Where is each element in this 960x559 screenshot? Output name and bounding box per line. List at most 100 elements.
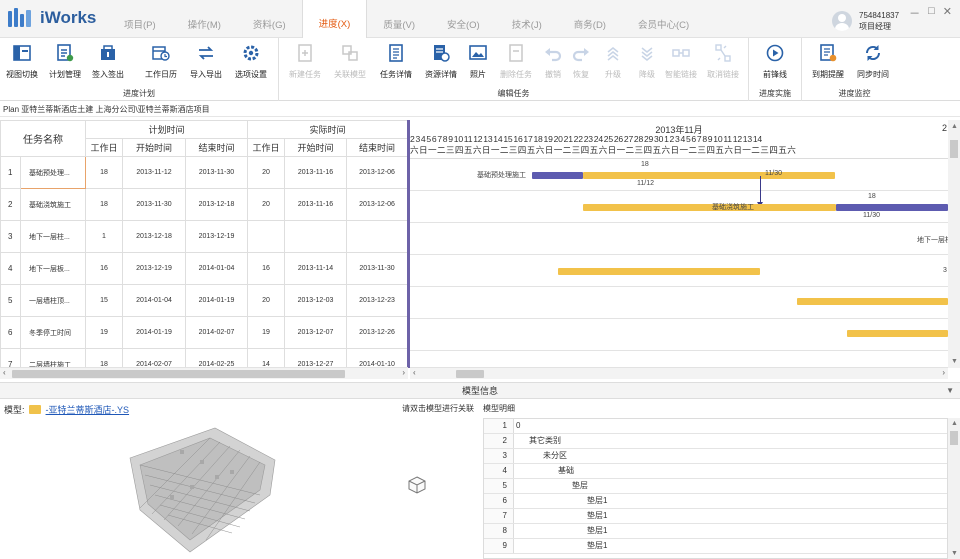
- plan-start-cell[interactable]: 2014-01-04: [122, 284, 186, 317]
- plan-days-cell[interactable]: 18: [85, 348, 123, 368]
- photo-button[interactable]: 照片: [459, 44, 497, 80]
- menu-technical[interactable]: 技术(J): [496, 0, 558, 38]
- link-model-button[interactable]: 关联模型: [331, 44, 369, 80]
- import-export-button[interactable]: 导入导出: [187, 44, 225, 80]
- actual-start-cell[interactable]: 2013-11-16: [284, 156, 348, 189]
- col-actual-start[interactable]: 开始时间: [284, 138, 348, 157]
- plan-manage-button[interactable]: 计划管理: [46, 44, 84, 80]
- model-3d-view[interactable]: [120, 420, 280, 558]
- tree-row[interactable]: 2 其它类别: [484, 434, 947, 449]
- tree-row[interactable]: 10: [484, 419, 947, 434]
- scroll-left-icon[interactable]: ‹: [3, 368, 6, 377]
- options-button[interactable]: 选项设置: [232, 44, 270, 80]
- table-row[interactable]: 7 二层墙柱施工 18 2014-02-07 2014-02-25 14 201…: [0, 348, 407, 368]
- due-reminder-button[interactable]: 到期提醒: [809, 44, 847, 80]
- actual-start-cell[interactable]: [284, 220, 348, 253]
- tree-row[interactable]: 6 垫层1: [484, 494, 947, 509]
- actual-days-cell[interactable]: 20: [247, 284, 286, 317]
- col-plan-start[interactable]: 开始时间: [122, 138, 186, 157]
- actual-start-cell[interactable]: 2013-11-16: [284, 188, 348, 221]
- task-name-cell[interactable]: 冬季停工时间: [20, 316, 86, 349]
- plan-start-cell[interactable]: 2013-12-19: [122, 252, 186, 285]
- plan-days-cell[interactable]: 1: [85, 220, 123, 253]
- menu-operation[interactable]: 操作(M): [172, 0, 237, 38]
- delete-task-button[interactable]: 删除任务: [497, 44, 535, 80]
- table-row[interactable]: 5 一层墙柱顶... 15 2014-01-04 2014-01-19 20 2…: [0, 284, 407, 317]
- actual-start-cell[interactable]: 2013-11-14: [284, 252, 348, 285]
- maximize-icon[interactable]: □: [928, 5, 935, 21]
- gantt-bar-plan[interactable]: [797, 298, 948, 305]
- plan-start-cell[interactable]: 2013-12-18: [122, 220, 186, 253]
- actual-days-cell[interactable]: 20: [247, 156, 286, 189]
- front-line-button[interactable]: 前锋线: [756, 44, 794, 80]
- actual-start-cell[interactable]: 2013-12-03: [284, 284, 348, 317]
- plan-end-cell[interactable]: 2014-02-25: [184, 348, 249, 368]
- tree-row[interactable]: 3 未分区: [484, 449, 947, 464]
- table-row[interactable]: 2 基础浇筑施工 18 2013-11-30 2013-12-18 20 201…: [0, 188, 407, 221]
- menu-project[interactable]: 项目(P): [108, 0, 172, 38]
- smart-link-button[interactable]: 智能链接: [662, 44, 700, 80]
- view-switch-button[interactable]: 视图切换: [3, 44, 41, 80]
- table-row[interactable]: 3 地下一层柱... 1 2013-12-18 2013-12-19: [0, 220, 407, 253]
- tree-row[interactable]: 5 垫层: [484, 479, 947, 494]
- tree-row[interactable]: 4 基础: [484, 464, 947, 479]
- plan-end-cell[interactable]: 2013-12-18: [184, 188, 249, 221]
- gantt-bar-actual[interactable]: [836, 204, 948, 211]
- task-detail-button[interactable]: 任务详情: [377, 44, 415, 80]
- actual-end-cell[interactable]: 2013-12-26: [346, 316, 407, 349]
- plan-days-cell[interactable]: 16: [85, 252, 123, 285]
- menu-quality[interactable]: 质量(V): [367, 0, 431, 38]
- actual-days-cell[interactable]: 19: [247, 316, 286, 349]
- actual-end-cell[interactable]: 2013-11-30: [346, 252, 407, 285]
- plan-end-cell[interactable]: 2014-01-19: [184, 284, 249, 317]
- user-info[interactable]: 754841837 项目经理: [832, 10, 899, 32]
- gantt-horizontal-scrollbar[interactable]: ‹ ›: [410, 367, 948, 379]
- checkin-checkout-button[interactable]: 签入签出: [89, 44, 127, 80]
- col-plan-days[interactable]: 工作日: [85, 138, 123, 157]
- task-name-cell[interactable]: 地下一层柱...: [20, 220, 86, 253]
- plan-days-cell[interactable]: 18: [85, 156, 123, 189]
- gantt-vertical-scrollbar[interactable]: ▲ ▼: [948, 120, 960, 368]
- task-name-cell[interactable]: 地下一层板...: [20, 252, 86, 285]
- plan-start-cell[interactable]: 2013-11-12: [122, 156, 186, 189]
- col-actual-end[interactable]: 结束时间: [346, 138, 407, 157]
- plan-days-cell[interactable]: 18: [85, 188, 123, 221]
- task-name-cell[interactable]: 二层墙柱施工: [20, 348, 86, 368]
- actual-end-cell[interactable]: 2013-12-23: [346, 284, 407, 317]
- downgrade-button[interactable]: 降级: [628, 44, 666, 80]
- plan-end-cell[interactable]: 2014-02-07: [184, 316, 249, 349]
- plan-days-cell[interactable]: 19: [85, 316, 123, 349]
- actual-days-cell[interactable]: [247, 220, 286, 253]
- table-row[interactable]: 1 基础预处理... 18 2013-11-12 2013-11-30 20 2…: [0, 156, 407, 189]
- scroll-thumb[interactable]: [950, 431, 958, 445]
- gantt-bar-plan[interactable]: [583, 172, 835, 179]
- gantt-bar-actual[interactable]: [532, 172, 583, 179]
- sync-time-button[interactable]: 同步时间: [854, 44, 892, 80]
- model-info-header[interactable]: 模型信息 ▼: [0, 382, 960, 399]
- tab-model-detail[interactable]: 模型明细: [483, 403, 515, 414]
- gantt-bar-plan[interactable]: [583, 204, 836, 211]
- task-name-cell[interactable]: 基础预处理...: [20, 156, 86, 189]
- scroll-up-icon[interactable]: ▲: [951, 123, 958, 130]
- col-task-name[interactable]: 任务名称: [0, 120, 86, 157]
- scroll-up-icon[interactable]: ▲: [951, 420, 958, 427]
- upgrade-button[interactable]: 升级: [594, 44, 632, 80]
- col-actual-days[interactable]: 工作日: [247, 138, 286, 157]
- scroll-down-icon[interactable]: ▼: [951, 550, 958, 557]
- menu-documents[interactable]: 资料(G): [237, 0, 302, 38]
- scroll-thumb[interactable]: [12, 370, 345, 378]
- col-plan-end[interactable]: 结束时间: [184, 138, 249, 157]
- scroll-thumb[interactable]: [456, 370, 484, 378]
- model-link[interactable]: -亚特兰蒂斯酒店-.YS: [46, 405, 130, 415]
- actual-end-cell[interactable]: 2014-01-10: [346, 348, 407, 368]
- table-horizontal-scrollbar[interactable]: ‹ ›: [0, 367, 408, 379]
- actual-days-cell[interactable]: 14: [247, 348, 286, 368]
- table-row[interactable]: 4 地下一层板... 16 2013-12-19 2014-01-04 16 2…: [0, 252, 407, 285]
- plan-start-cell[interactable]: 2013-11-30: [122, 188, 186, 221]
- resource-detail-button[interactable]: 资源详情: [422, 44, 460, 80]
- plan-end-cell[interactable]: 2014-01-04: [184, 252, 249, 285]
- table-row[interactable]: 6 冬季停工时间 19 2014-01-19 2014-02-07 19 201…: [0, 316, 407, 349]
- plan-start-cell[interactable]: 2014-02-07: [122, 348, 186, 368]
- actual-end-cell[interactable]: 2013-12-06: [346, 156, 407, 189]
- task-name-cell[interactable]: 基础浇筑施工: [20, 188, 86, 221]
